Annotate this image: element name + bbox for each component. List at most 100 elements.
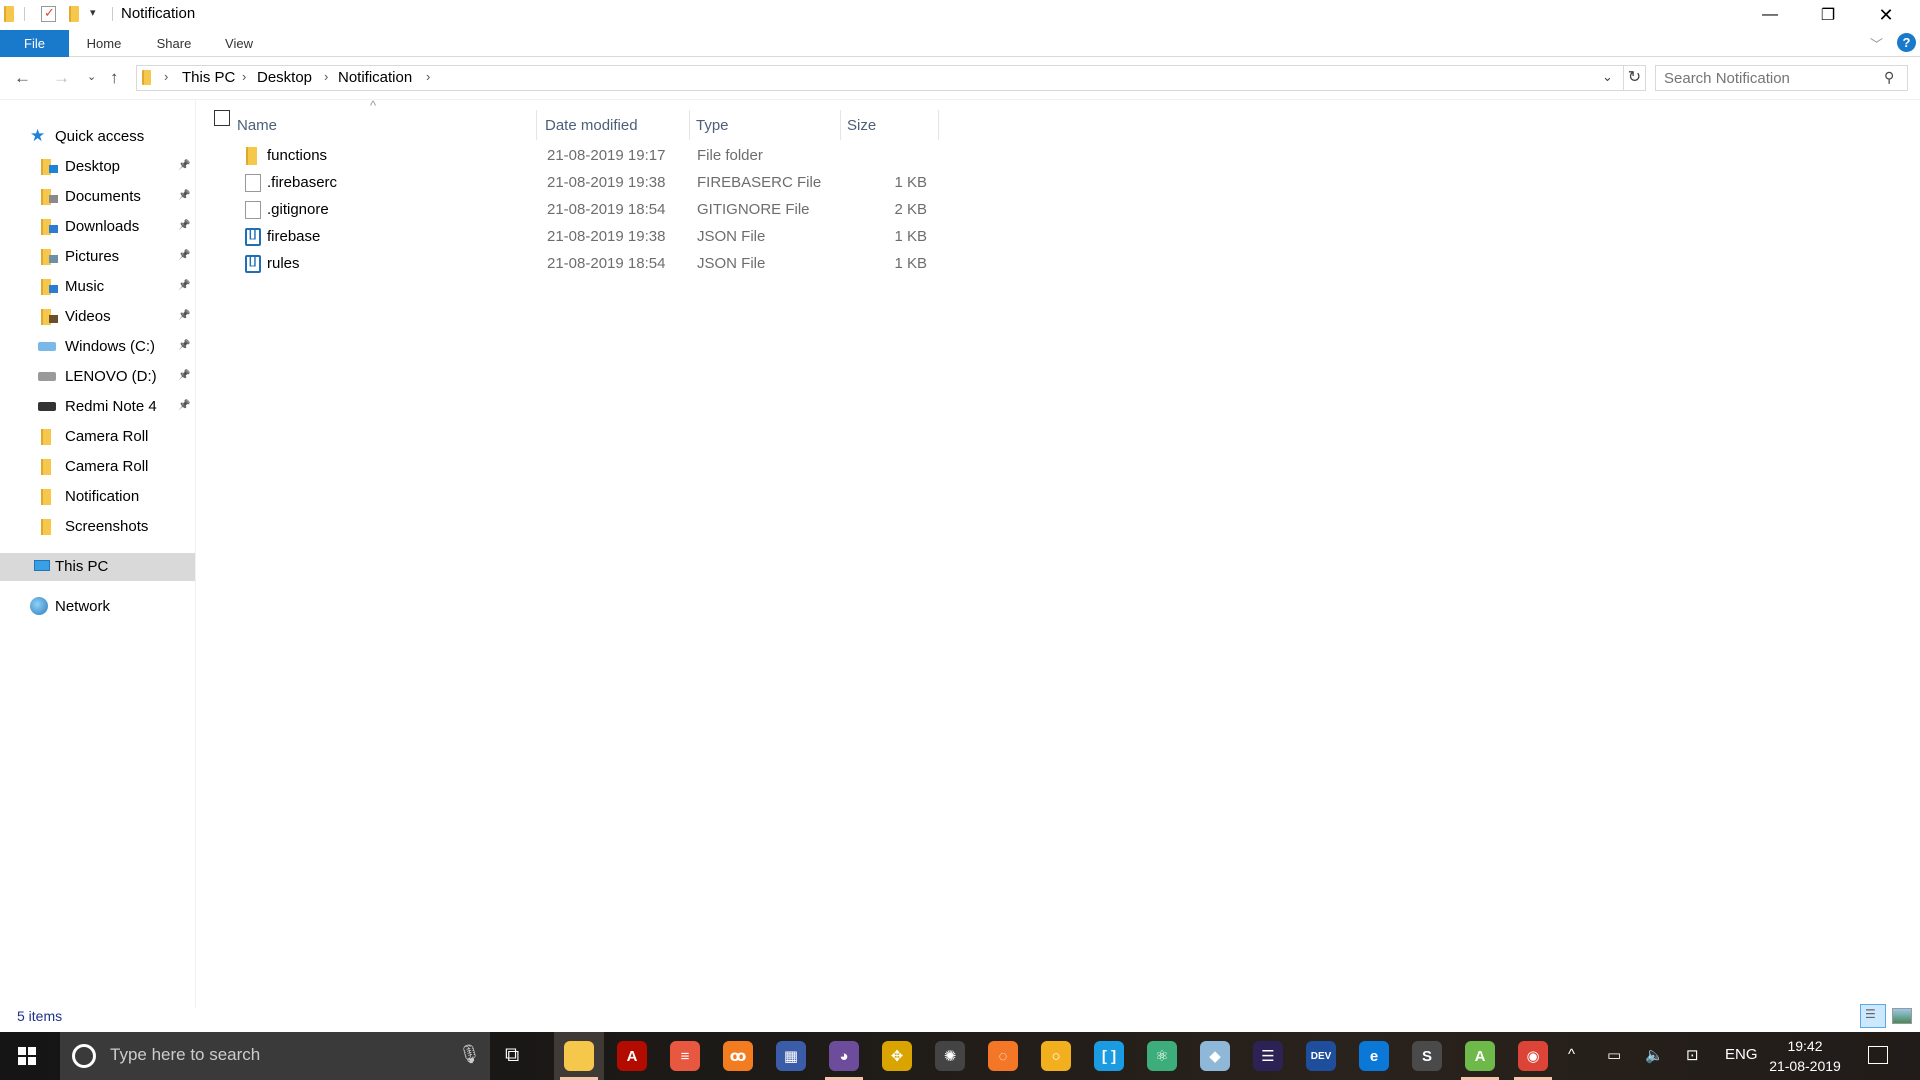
search-input[interactable] [1656,66,1866,90]
close-button[interactable]: ✕ [1857,0,1915,30]
battery-icon[interactable]: ▭ [1607,1046,1621,1064]
expand-ribbon-icon[interactable]: ﹀ [1870,34,1883,53]
file-row[interactable]: functions 21-08-2019 19:17 File folder [197,143,937,170]
taskbar-app-github-desktop[interactable]: ◕ [819,1032,869,1080]
pin-icon[interactable]: 📌 [178,220,190,231]
pin-icon[interactable]: 📌 [178,280,190,291]
search-icon[interactable]: ⚲ [1884,69,1894,86]
file-date-modified: 21-08-2019 19:17 [547,147,666,164]
nav-item-lenovo-d[interactable]: LENOVO (D:) 📌 [0,363,195,391]
back-button[interactable]: ← [14,68,31,88]
tab-view[interactable]: View [218,30,260,57]
file-row[interactable]: .gitignore 21-08-2019 18:54 GITIGNORE File… [197,197,937,224]
task-view-button[interactable]: ⧉ [505,1044,519,1067]
nav-item-camera-roll[interactable]: Camera Roll [0,453,195,481]
customize-qat-icon[interactable]: ▾ [90,6,96,19]
pin-icon[interactable]: 📌 [178,340,190,351]
up-button[interactable]: ↑ [110,68,119,88]
start-button[interactable] [18,1047,36,1065]
nav-item-redmi-note-4[interactable]: Redmi Note 4 📌 [0,393,195,421]
taskbar-app-sublime-merge-like[interactable]: ≡ [660,1032,710,1080]
taskbar-app-brackets[interactable]: [ ] [1084,1032,1134,1080]
tab-file[interactable]: File [0,30,69,57]
column-header-date-modified[interactable]: Date modified [540,110,690,140]
nav-item-windows-c[interactable]: Windows (C:) 📌 [0,333,195,361]
title-bar: ✓ ▾ Notification — ❐ ✕ [0,0,1920,30]
nav-item-notification[interactable]: Notification [0,483,195,511]
nav-quick-access[interactable]: ★ Quick access [0,123,195,151]
pin-icon[interactable]: 📌 [178,370,190,381]
file-row[interactable]: .firebaserc 21-08-2019 19:38 FIREBASERC Fi… [197,170,937,197]
taskbar-app-sublime-text[interactable]: S [1402,1032,1452,1080]
pin-icon[interactable]: 📌 [178,310,190,321]
details-view-button[interactable]: ☰ [1860,1004,1886,1028]
taskbar-search[interactable]: Type here to search 🎙 [60,1032,490,1080]
taskbar-app-chrome-canary[interactable]: ○ [1031,1032,1081,1080]
properties-icon[interactable]: ✓ [41,5,56,22]
language-indicator[interactable]: ENG [1725,1046,1758,1063]
pin-icon[interactable]: 📌 [178,190,190,201]
nav-item-pictures[interactable]: Pictures 📌 [0,243,195,271]
refresh-button[interactable]: ↻ [1624,65,1646,91]
taskbar-app-atom[interactable]: ⚛ [1137,1032,1187,1080]
nav-item-videos[interactable]: Videos 📌 [0,303,195,331]
action-center-button[interactable] [1868,1046,1888,1064]
clock-date: 21-08-2019 [1769,1058,1841,1074]
column-header-size[interactable]: Size [842,110,939,140]
taskbar-app-android-studio[interactable]: A [1455,1032,1505,1080]
breadcrumb-notification[interactable]: Notification [338,69,412,86]
new-folder-icon[interactable] [69,6,79,22]
taskbar-app-yellow-arrows-app[interactable]: ✥ [872,1032,922,1080]
nav-item-music[interactable]: Music 📌 [0,273,195,301]
taskbar-app-virtualbox[interactable]: ◆ [1190,1032,1240,1080]
recent-locations-button[interactable]: ⌄ [87,70,96,83]
microphone-icon[interactable]: 🎙 [458,1044,481,1065]
chevron-right-icon[interactable]: › [324,69,328,84]
select-all-checkbox[interactable] [214,110,230,126]
nav-this-pc[interactable]: This PC [0,553,195,581]
nav-item-desktop[interactable]: Desktop 📌 [0,153,195,181]
clock[interactable]: 19:42 21-08-2019 [1765,1036,1845,1076]
maximize-button[interactable]: ❐ [1799,0,1857,30]
file-row[interactable]: [] rules 21-08-2019 18:54 JSON File 1 KB [197,251,937,278]
address-dropdown-icon[interactable]: ⌄ [1602,69,1613,85]
taskbar-app-edge[interactable]: e [1349,1032,1399,1080]
breadcrumb-this-pc[interactable]: This PC [182,69,235,86]
tab-home[interactable]: Home [80,30,128,57]
tab-share[interactable]: Share [150,30,198,57]
large-icons-view-button[interactable] [1892,1008,1912,1024]
taskbar-app-file-explorer[interactable] [554,1032,604,1080]
chevron-right-icon[interactable]: › [426,69,430,84]
nav-item-downloads[interactable]: Downloads 📌 [0,213,195,241]
nav-network[interactable]: Network [0,593,195,621]
chevron-right-icon[interactable]: › [242,69,246,84]
taskbar-app-acrobat-reader[interactable]: A [607,1032,657,1080]
taskbar-app-spider-web-app[interactable]: ✺ [925,1032,975,1080]
pin-icon[interactable]: 📌 [178,250,190,261]
forward-button[interactable]: → [53,68,70,88]
file-row[interactable]: [] firebase 21-08-2019 19:38 JSON File 1 KB [197,224,937,251]
taskbar-app-eclipse[interactable]: ☰ [1243,1032,1293,1080]
column-header-type[interactable]: Type [691,110,841,140]
column-header-name[interactable]: Name [237,110,537,140]
search-box[interactable]: ⚲ [1655,65,1908,91]
show-hidden-icons-button[interactable]: ^ [1568,1046,1575,1063]
help-icon[interactable]: ? [1897,33,1916,52]
pin-icon[interactable]: 📌 [178,160,190,171]
taskbar-app-jupyter[interactable]: ◌ [978,1032,1028,1080]
pin-icon[interactable]: 📌 [178,400,190,411]
network-status-icon[interactable]: ⊡ [1686,1046,1699,1064]
chevron-right-icon[interactable]: › [164,69,168,84]
volume-icon[interactable]: 🔈 [1645,1046,1664,1064]
nav-item-documents[interactable]: Documents 📌 [0,183,195,211]
sublime-text-icon: S [1412,1041,1442,1071]
breadcrumb-desktop[interactable]: Desktop [257,69,312,86]
nav-item-screenshots[interactable]: Screenshots [0,513,195,541]
taskbar-app-xampp[interactable]: ꝏ [713,1032,763,1080]
taskbar-app-app-grid[interactable]: ▦ [766,1032,816,1080]
nav-item-camera-roll[interactable]: Camera Roll [0,423,195,451]
taskbar-app-chrome[interactable]: ◉ [1508,1032,1558,1080]
taskbar-app-dev-cpp[interactable]: DEV [1296,1032,1346,1080]
minimize-button[interactable]: — [1741,0,1799,30]
address-bar[interactable]: › This PC › Desktop › Notification › ⌄ [136,65,1624,91]
